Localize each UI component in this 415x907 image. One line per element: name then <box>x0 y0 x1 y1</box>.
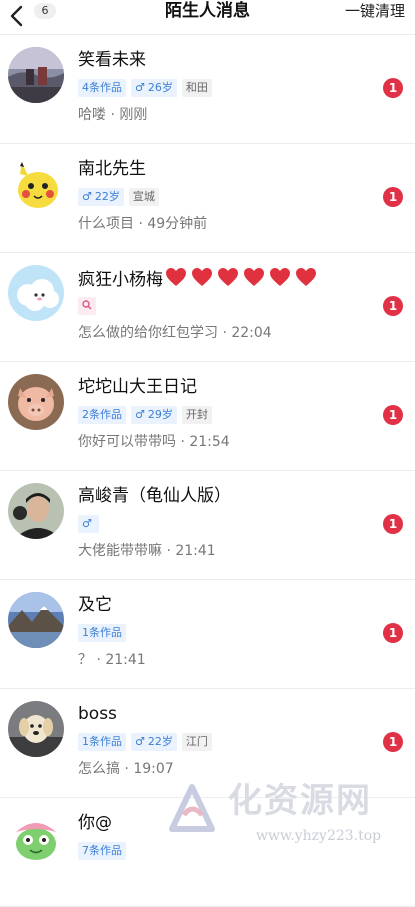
works-tag: 1条作品 <box>78 733 126 751</box>
avatar[interactable] <box>8 810 64 866</box>
message-preview: 大佬能带带嘛 · 21:41 <box>78 543 216 559</box>
contact-name: 笑看未来 <box>78 50 146 70</box>
heart-emoji-group <box>165 267 321 293</box>
message-preview: 哈喽 · 刚刚 <box>78 107 148 123</box>
location-tag: 和田 <box>181 79 212 97</box>
heart-icon <box>244 268 264 286</box>
male-icon: ♂ <box>82 190 92 203</box>
works-tag: 2条作品 <box>78 406 126 424</box>
cloud-sheep-cartoon-icon <box>8 265 64 321</box>
profile-tags: 4条作品 ♂ 26岁 和田 <box>78 79 217 97</box>
avatar[interactable] <box>8 374 64 430</box>
profile-tags: 1条作品 ♂ 22岁 江门 <box>78 733 217 751</box>
contact-name: 坨坨山大王日记 <box>78 377 197 397</box>
message-item[interactable]: 及它 1条作品 ？ · 21:41 1 <box>0 580 415 689</box>
avatar[interactable] <box>8 592 64 648</box>
message-item[interactable]: boss 1条作品 ♂ 22岁 江门 怎么搞 · 19:07 1 <box>0 689 415 798</box>
heart-icon <box>296 268 316 286</box>
avatar[interactable] <box>8 265 64 321</box>
message-preview: ？ · 21:41 <box>78 652 146 668</box>
works-tag: 4条作品 <box>78 79 126 97</box>
avatar[interactable] <box>8 701 64 757</box>
message-item[interactable]: 南北先生 ♂ 22岁 宣城 什么项目 · 49分钟前 1 <box>0 144 415 253</box>
unread-badge: 1 <box>383 187 403 207</box>
message-item[interactable]: 高峻青（龟仙人版） ♂ 大佬能带带嘛 · 21:41 1 <box>0 471 415 580</box>
contact-name: 高峻青（龟仙人版） <box>78 486 231 506</box>
pig-photo-icon <box>8 374 64 430</box>
search-icon <box>82 300 92 310</box>
location-tag: 宣城 <box>128 188 159 206</box>
works-tag: 7条作品 <box>78 842 126 860</box>
message-item[interactable]: 坨坨山大王日记 2条作品 ♂ 29岁 开封 你好可以带带吗 · 21:54 1 <box>0 362 415 471</box>
unread-badge: 1 <box>383 623 403 643</box>
message-preview: 怎么搞 · 19:07 <box>78 761 174 777</box>
profile-tags: 1条作品 <box>78 624 131 642</box>
message-preview: 怎么做的给你红包学习 · 22:04 <box>78 325 272 341</box>
age-label: 22岁 <box>147 735 173 748</box>
clear-all-button[interactable]: 一键清理 <box>345 0 405 22</box>
heart-icon <box>218 268 238 286</box>
avatar[interactable] <box>8 483 64 539</box>
unread-badge: 1 <box>383 296 403 316</box>
message-item[interactable]: 笑看未来 4条作品 ♂ 26岁 和田 哈喽 · 刚刚 1 <box>0 35 415 144</box>
contact-name: 疯狂小杨梅 <box>78 267 321 293</box>
location-tag: 江门 <box>181 733 212 751</box>
unread-badge: 1 <box>383 514 403 534</box>
top-bar: 6 陌生人消息 一键清理 <box>0 0 415 35</box>
unread-badge: 1 <box>383 78 403 98</box>
age-label: 22岁 <box>94 190 120 203</box>
male-icon: ♂ <box>82 517 92 530</box>
gender-tag: ♂ <box>78 515 99 533</box>
male-icon: ♂ <box>135 81 145 94</box>
message-list: 笑看未来 4条作品 ♂ 26岁 和田 哈喽 · 刚刚 1 南北先生 ♂ 22岁 宣城 <box>0 35 415 907</box>
gender-age-tag: ♂ 22岁 <box>131 733 177 751</box>
contact-name: 南北先生 <box>78 159 146 179</box>
age-label: 26岁 <box>147 81 173 94</box>
male-icon: ♂ <box>135 408 145 421</box>
works-tag: 1条作品 <box>78 624 126 642</box>
contact-name: 及它 <box>78 595 112 615</box>
gender-age-tag: ♂ 22岁 <box>78 188 124 206</box>
mountain-photo-icon <box>8 592 64 648</box>
age-label: 29岁 <box>147 408 173 421</box>
message-preview: 什么项目 · 49分钟前 <box>78 216 208 232</box>
message-item[interactable]: 疯狂小杨梅 怎么做的给你红包学习 · 22:04 1 <box>0 253 415 362</box>
contact-name: 你@ <box>78 813 112 833</box>
profile-tags: 7条作品 <box>78 842 131 860</box>
search-tag <box>78 297 96 315</box>
heart-icon <box>270 268 290 286</box>
avatar[interactable] <box>8 156 64 212</box>
dog-photo-icon <box>8 701 64 757</box>
landscape-photo-icon <box>8 47 64 103</box>
heart-icon <box>166 268 186 286</box>
contact-name: boss <box>78 704 117 724</box>
unread-badge: 1 <box>383 405 403 425</box>
profile-tags: ♂ <box>78 515 104 533</box>
avatar[interactable] <box>8 47 64 103</box>
profile-tags <box>78 297 101 315</box>
location-tag: 开封 <box>181 406 212 424</box>
unread-badge: 1 <box>383 732 403 752</box>
message-preview: 你好可以带带吗 · 21:54 <box>78 434 230 450</box>
heart-icon <box>192 268 212 286</box>
contact-name-text: 疯狂小杨梅 <box>78 270 163 290</box>
pikachu-cartoon-icon <box>8 156 64 212</box>
gender-age-tag: ♂ 26岁 <box>131 79 177 97</box>
male-icon: ♂ <box>135 735 145 748</box>
frog-cartoon-icon <box>8 810 64 866</box>
profile-tags: ♂ 22岁 宣城 <box>78 188 164 206</box>
profile-tags: 2条作品 ♂ 29岁 开封 <box>78 406 217 424</box>
person-photo-icon <box>8 483 64 539</box>
gender-age-tag: ♂ 29岁 <box>131 406 177 424</box>
